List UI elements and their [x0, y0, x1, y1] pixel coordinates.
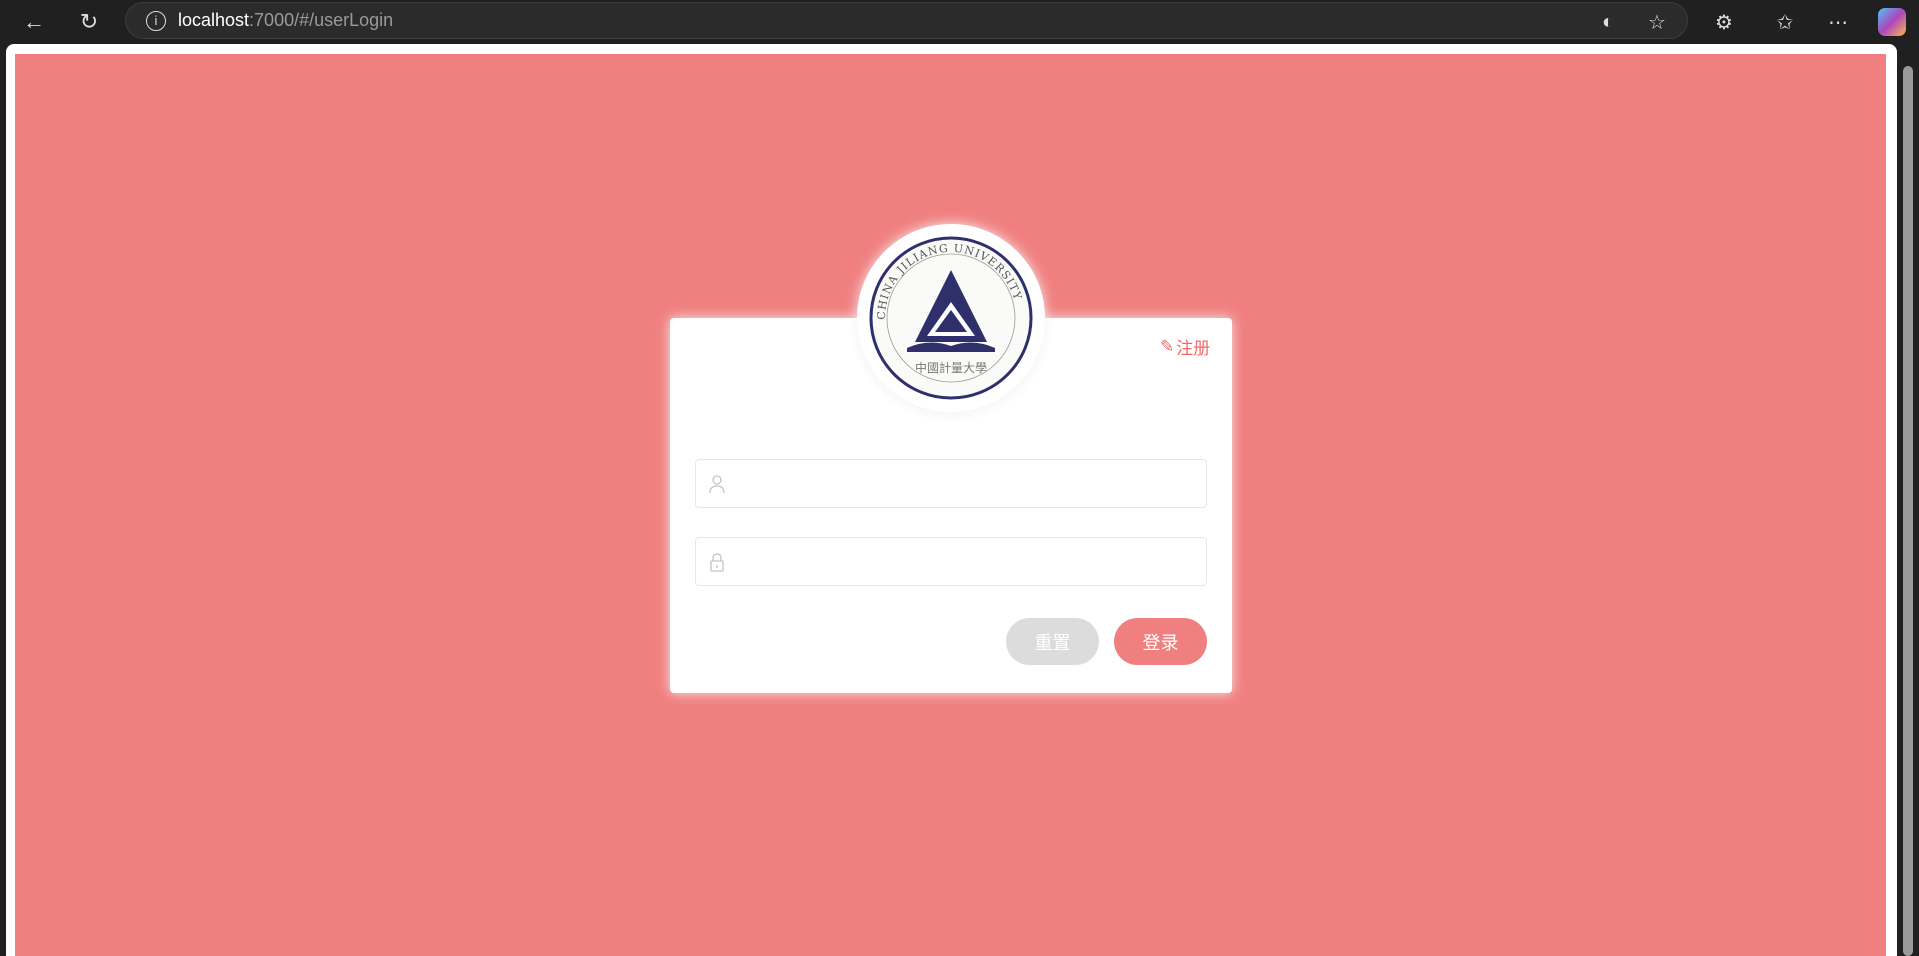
- url-text: localhost:7000/#/userLogin: [178, 10, 393, 31]
- password-input[interactable]: [736, 538, 1196, 585]
- svg-text:中國計量大學: 中國計量大學: [915, 360, 987, 375]
- copilot-icon[interactable]: [1878, 8, 1906, 36]
- register-link[interactable]: ✎ 注册: [1160, 334, 1210, 359]
- back-icon[interactable]: ←: [18, 6, 50, 38]
- username-input[interactable]: [736, 460, 1196, 507]
- register-label: 注册: [1176, 339, 1211, 358]
- logo-seal-icon: CHINA JILIANG UNIVERSITY 中國計量大學: [869, 236, 1033, 400]
- edit-pencil-icon: ✎: [1160, 336, 1175, 356]
- reload-icon[interactable]: ↻: [73, 6, 105, 38]
- password-field[interactable]: [695, 537, 1207, 586]
- read-aloud-icon[interactable]: ◐: [1594, 8, 1622, 36]
- scrollbar-thumb[interactable]: [1903, 66, 1913, 956]
- url-host: localhost: [178, 10, 250, 30]
- url-path: :7000/#/userLogin: [249, 10, 394, 30]
- username-field[interactable]: [695, 459, 1207, 508]
- login-button[interactable]: 登录: [1114, 618, 1207, 665]
- reset-button[interactable]: 重置: [1006, 618, 1099, 665]
- university-logo: CHINA JILIANG UNIVERSITY 中國計量大學: [857, 224, 1045, 412]
- extensions-icon[interactable]: ⚙: [1710, 8, 1738, 36]
- site-info-icon[interactable]: i: [146, 10, 166, 31]
- user-icon: [709, 475, 725, 494]
- address-bar[interactable]: i localhost:7000/#/userLogin: [125, 2, 1688, 39]
- browser-toolbar: ← ↻ i localhost:7000/#/userLogin ◐ ☆ ⚙ ✩…: [0, 0, 1919, 44]
- favorites-icon[interactable]: ✩: [1771, 8, 1799, 36]
- more-menu-icon[interactable]: ⋯: [1824, 8, 1852, 36]
- favorite-star-icon[interactable]: ☆: [1643, 8, 1671, 36]
- lock-icon: [710, 553, 724, 572]
